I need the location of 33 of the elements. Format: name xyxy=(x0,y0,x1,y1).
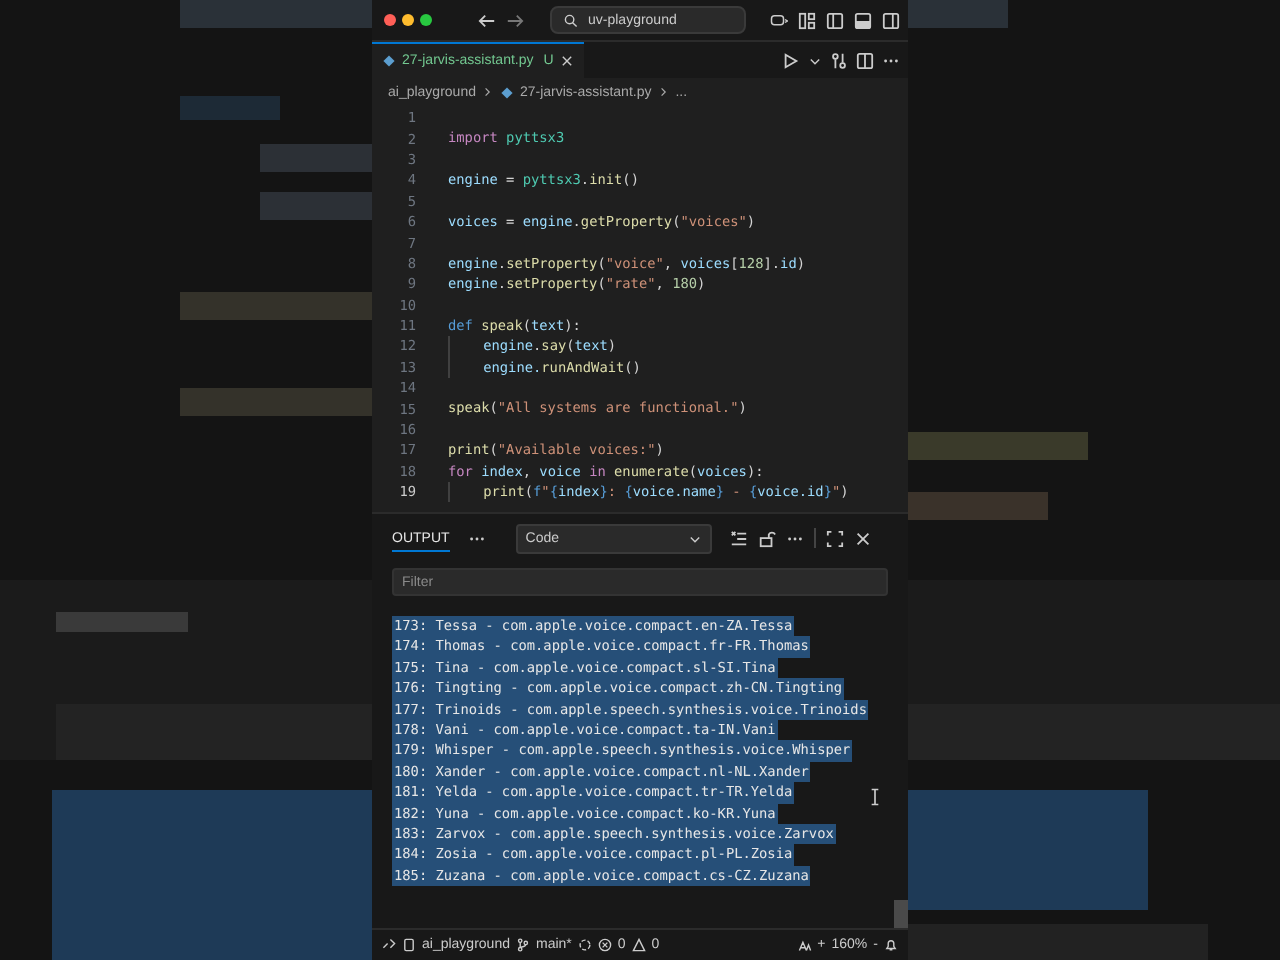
panel-toggle-icon[interactable] xyxy=(854,11,872,29)
secondary-sidebar-icon[interactable] xyxy=(882,11,900,29)
close-icon[interactable] xyxy=(853,529,872,547)
chevron-down-icon xyxy=(687,531,702,545)
font-size-icon xyxy=(797,938,812,952)
layout-icon[interactable] xyxy=(798,11,816,29)
branch-icon xyxy=(515,938,530,952)
python-file-icon xyxy=(382,54,396,68)
chevron-right-icon xyxy=(481,86,494,98)
warning-icon xyxy=(631,938,646,952)
lock-icon[interactable] xyxy=(757,529,776,547)
back-arrow-icon[interactable] xyxy=(478,11,496,29)
error-icon xyxy=(597,938,612,952)
scrollbar[interactable] xyxy=(894,900,908,928)
run-icon[interactable] xyxy=(782,51,800,69)
chevron-right-icon xyxy=(657,86,670,98)
sidebar-toggle-icon[interactable] xyxy=(826,11,844,29)
maximize-window-icon[interactable] xyxy=(420,14,432,26)
bell-icon[interactable] xyxy=(884,938,898,952)
caret-icon[interactable] xyxy=(808,53,822,67)
sync-icon[interactable] xyxy=(577,938,592,952)
python-file-icon xyxy=(499,85,514,99)
forward-arrow-icon[interactable] xyxy=(506,11,524,29)
close-window-icon[interactable] xyxy=(384,14,396,26)
split-editor-icon[interactable] xyxy=(856,51,874,69)
compare-icon[interactable] xyxy=(830,51,848,69)
maximize-icon[interactable] xyxy=(825,529,844,547)
remote-icon[interactable] xyxy=(382,938,396,952)
text-cursor-icon xyxy=(870,788,880,806)
search-icon xyxy=(564,13,578,27)
close-icon[interactable] xyxy=(559,54,574,68)
minimize-window-icon[interactable] xyxy=(402,14,414,26)
clear-output-icon[interactable] xyxy=(729,529,748,547)
